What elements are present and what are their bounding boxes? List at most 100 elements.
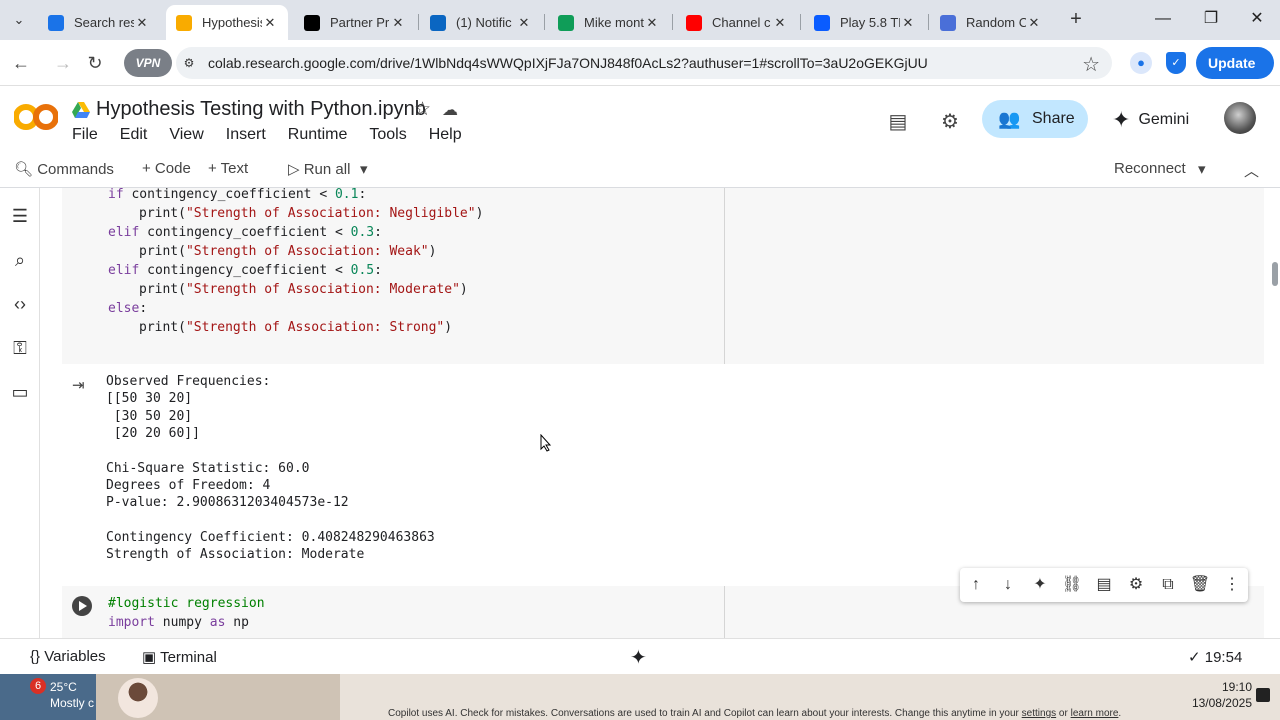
menu-item-view[interactable]: View: [169, 126, 203, 144]
browser-tab[interactable]: Random C ✕: [930, 5, 1052, 40]
bookmark-star-icon[interactable]: ☆: [1082, 52, 1100, 77]
code-snippets-icon[interactable]: ‹›: [8, 292, 32, 316]
runtime-dropdown-icon[interactable]: ▾: [1198, 160, 1206, 178]
code-line[interactable]: #logistic regression: [108, 596, 265, 611]
code-line[interactable]: import numpy as np: [108, 615, 249, 630]
find-replace-icon[interactable]: ⌕: [8, 248, 32, 272]
browser-tab[interactable]: (1) Notific ✕: [420, 5, 542, 40]
close-tab-icon[interactable]: ✕: [1026, 15, 1042, 31]
menu-item-file[interactable]: File: [72, 126, 98, 144]
tab-search-menu-icon[interactable]: ⌄: [6, 8, 32, 32]
close-tab-icon[interactable]: ✕: [900, 15, 916, 31]
profile-icon[interactable]: ●: [1130, 52, 1152, 74]
variables-button[interactable]: {} Variables: [30, 648, 106, 665]
code-line[interactable]: if contingency_coefficient < 0.1:: [108, 188, 366, 202]
close-tab-icon[interactable]: ✕: [772, 15, 788, 31]
notebook-title[interactable]: Hypothesis Testing with Python.ipynb: [96, 98, 426, 121]
vpn-badge[interactable]: VPN: [124, 49, 172, 77]
cell-settings-icon[interactable]: ⚙: [1124, 574, 1148, 596]
gemini-button[interactable]: ✦ Gemini: [1112, 106, 1189, 134]
close-tab-icon[interactable]: ✕: [262, 15, 278, 31]
gemini-sparkle-icon[interactable]: ✦: [1028, 574, 1052, 596]
browser-tab[interactable]: Search res ✕: [38, 5, 160, 40]
system-tray[interactable]: 19:10 13/08/2025: [1182, 674, 1280, 720]
close-tab-icon[interactable]: ✕: [390, 15, 406, 31]
share-button[interactable]: 👥 Share: [982, 100, 1088, 138]
code-line[interactable]: elif contingency_coefficient < 0.3:: [108, 225, 382, 240]
close-tab-icon[interactable]: ✕: [134, 15, 150, 31]
security-shield-icon[interactable]: ✓: [1166, 52, 1186, 74]
run-all-dropdown-icon[interactable]: ▾: [360, 160, 368, 178]
disclaimer-prefix: Copilot uses AI. Check for mistakes. Con…: [388, 708, 1022, 719]
code-line[interactable]: print("Strength of Association: Negligib…: [139, 206, 483, 221]
code-token: ): [459, 282, 468, 297]
add-code-button[interactable]: + Code: [142, 160, 191, 177]
commands-button[interactable]: 🔍︎ Commands: [14, 160, 114, 178]
table-of-contents-icon[interactable]: ☰: [8, 204, 32, 228]
scrollbar[interactable]: [1272, 262, 1278, 286]
notebook-area[interactable]: if contingency_coefficient < 0.1: print("…: [40, 188, 1280, 638]
code-line[interactable]: else:: [108, 301, 147, 316]
forward-arrow-icon[interactable]: →: [50, 50, 76, 76]
menu-item-insert[interactable]: Insert: [226, 126, 266, 144]
run-cell-button[interactable]: [72, 596, 92, 616]
browser-tab[interactable]: Hypothesis ✕: [166, 5, 288, 40]
tab-label: Partner Pr: [330, 15, 390, 30]
new-tab-button[interactable]: +: [1064, 8, 1088, 32]
execution-status[interactable]: ✓ 19:54: [1188, 648, 1242, 666]
menu-item-edit[interactable]: Edit: [120, 126, 148, 144]
browser-tab[interactable]: Channel c ✕: [676, 5, 798, 40]
url-field[interactable]: ⚙ colab.research.google.com/drive/1WlbNd…: [176, 47, 1112, 79]
collapse-header-icon[interactable]: ︿: [1244, 160, 1259, 181]
site-info-icon[interactable]: ⚙: [180, 54, 198, 72]
code-line[interactable]: print("Strength of Association: Strong"): [139, 320, 452, 335]
link-icon[interactable]: ⛓: [1060, 574, 1084, 596]
learn-more-link[interactable]: learn more: [1071, 708, 1119, 719]
secrets-key-icon[interactable]: ⚿: [8, 336, 32, 360]
settings-link[interactable]: settings: [1022, 708, 1056, 719]
menu-item-runtime[interactable]: Runtime: [288, 126, 348, 144]
url-text[interactable]: colab.research.google.com/drive/1WlbNdq4…: [208, 55, 928, 71]
delete-cell-icon[interactable]: 🗑︎: [1188, 574, 1212, 596]
code-line[interactable]: print("Strength of Association: Moderate…: [139, 282, 468, 297]
comments-icon[interactable]: ▤: [884, 108, 912, 136]
more-options-icon[interactable]: ⋮: [1220, 574, 1244, 596]
weather-widget[interactable]: 6 25°C Mostly cloudy: [0, 674, 96, 720]
browser-tab[interactable]: Play 5.8 TF ✕: [804, 5, 926, 40]
close-tab-icon[interactable]: ✕: [644, 15, 660, 31]
code-cell[interactable]: if contingency_coefficient < 0.1: print("…: [62, 188, 1264, 364]
menu-item-help[interactable]: Help: [429, 126, 462, 144]
move-cell-up-icon[interactable]: ↑: [964, 574, 988, 596]
terminal-button[interactable]: ▣ Terminal: [142, 648, 217, 666]
user-avatar[interactable]: [1224, 102, 1256, 134]
restore-window-icon[interactable]: ❐: [1194, 6, 1228, 32]
profile-picture[interactable]: [118, 678, 158, 718]
close-window-icon[interactable]: ✕: [1240, 6, 1274, 32]
star-notebook-icon[interactable]: ☆: [414, 98, 431, 121]
google-drive-icon[interactable]: [72, 102, 90, 118]
output-actions-icon[interactable]: ⇥: [72, 378, 94, 394]
cloud-saved-icon[interactable]: ☁: [442, 100, 458, 120]
move-cell-down-icon[interactable]: ↓: [996, 574, 1020, 596]
gemini-sparkle-icon[interactable]: ✦: [630, 645, 647, 670]
menu-item-tools[interactable]: Tools: [369, 126, 406, 144]
reconnect-button[interactable]: Reconnect: [1114, 160, 1186, 177]
code-line[interactable]: elif contingency_coefficient < 0.5:: [108, 263, 382, 278]
close-tab-icon[interactable]: ✕: [516, 15, 532, 31]
add-text-button[interactable]: + Text: [208, 160, 248, 177]
browser-tab[interactable]: Mike mont ✕: [548, 5, 670, 40]
code-line[interactable]: print("Strength of Association: Weak"): [139, 244, 436, 259]
back-arrow-icon[interactable]: ←: [8, 50, 34, 76]
browser-tab-strip: ⌄ Search res ✕ Hypothesis ✕ Partner Pr ✕ (1) N…: [0, 0, 1280, 40]
update-button[interactable]: Update: [1196, 47, 1274, 79]
mirror-cell-icon[interactable]: ⧉: [1156, 574, 1180, 596]
files-folder-icon[interactable]: ▭: [8, 380, 32, 404]
notification-bell-icon[interactable]: [1256, 688, 1270, 702]
colab-logo[interactable]: [14, 102, 58, 132]
minimize-window-icon[interactable]: —: [1146, 6, 1180, 32]
run-all-button[interactable]: ▷ Run all: [288, 160, 350, 178]
settings-gear-icon[interactable]: ⚙: [936, 108, 964, 136]
browser-tab[interactable]: Partner Pr ✕: [294, 5, 416, 40]
reload-icon[interactable]: ↻: [82, 50, 108, 76]
comment-icon[interactable]: ▤: [1092, 574, 1116, 596]
